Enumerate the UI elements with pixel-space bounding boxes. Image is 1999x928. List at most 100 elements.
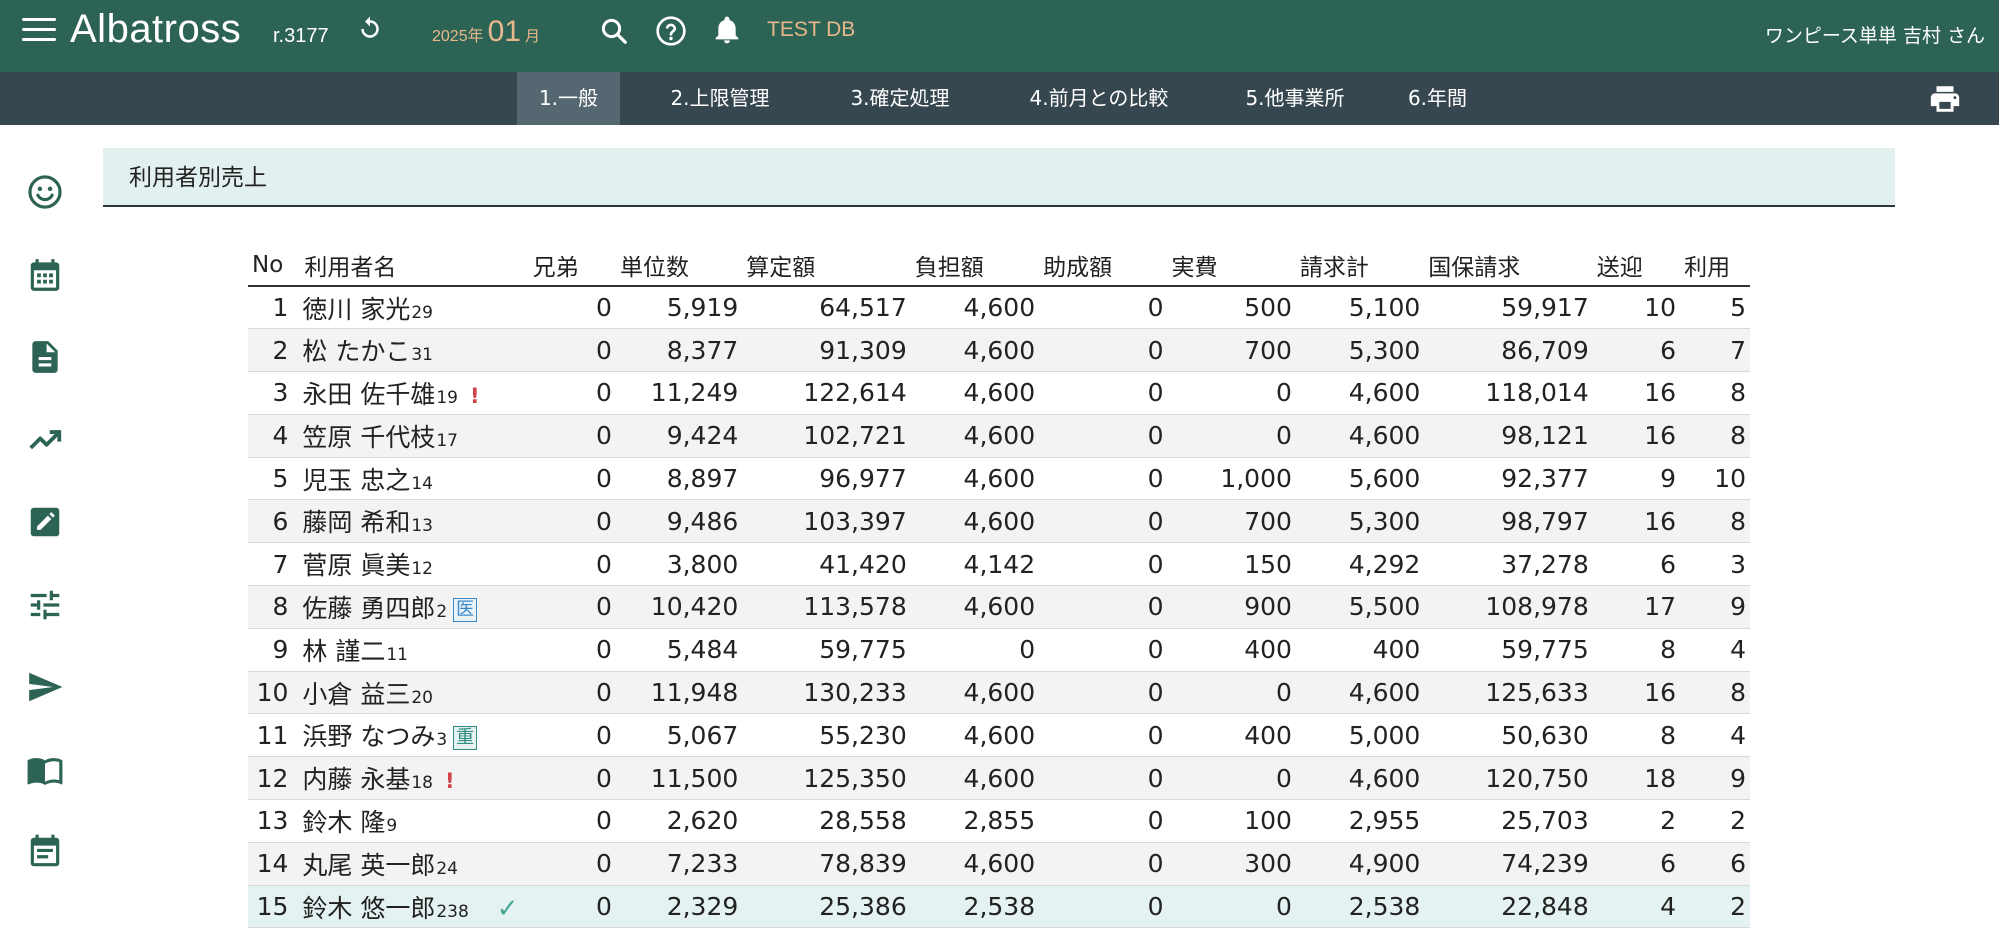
table-row[interactable]: 4 笠原 千代枝17 0 9,424 102,721 4,600 0 0 4,600 98,121… xyxy=(248,414,1750,458)
user-name-cell[interactable]: 内藤 永基18! xyxy=(300,756,529,801)
tab-general[interactable]: 1.一般 xyxy=(517,72,620,125)
tab-other-office[interactable]: 5.他事業所 xyxy=(1220,72,1370,125)
calc-amount-cell: 113,578 xyxy=(742,585,911,629)
book-icon[interactable] xyxy=(26,751,64,789)
user-name-cell[interactable]: 鈴木 隆9 xyxy=(300,799,529,843)
user-name-text[interactable]: 鈴木 悠一郎 xyxy=(302,894,435,923)
user-name-text[interactable]: 笠原 千代枝 xyxy=(302,423,435,452)
user-name-text[interactable]: 徳川 家光 xyxy=(302,295,410,324)
sibling-cell: 0 xyxy=(528,799,616,843)
table-row[interactable]: 9林 謹二11 0 5,484 59,775 0 0 400 400 59,775 8 4 xyxy=(248,628,1750,672)
col-subsidy-header[interactable]: 助成額 xyxy=(1039,244,1168,287)
table-row[interactable]: 2松 たかこ31 0 8,377 91,309 4,600 0 700 5,300 86,709… xyxy=(248,328,1750,373)
tab-confirmation[interactable]: 3.確定処理 xyxy=(820,72,980,125)
user-name-text[interactable]: 藤岡 希和 xyxy=(302,508,410,537)
tab-yearly[interactable]: 6.年間 xyxy=(1395,72,1480,125)
col-burden-header[interactable]: 負担額 xyxy=(910,244,1040,287)
user-name-text[interactable]: 浜野 なつみ xyxy=(302,722,435,751)
print-icon[interactable] xyxy=(1927,82,1963,116)
help-icon[interactable] xyxy=(655,15,687,47)
tune-icon[interactable] xyxy=(26,586,64,624)
transport-cell: 4 xyxy=(1592,885,1681,928)
user-name-text[interactable]: 永田 佐千雄 xyxy=(302,380,435,409)
user-age: 18 xyxy=(411,773,433,794)
user-name-text[interactable]: 林 謹二 xyxy=(302,637,385,666)
user-name-cell[interactable]: 永田 佐千雄19! xyxy=(300,371,529,415)
table-row[interactable]: 14 丸尾 英一郎24 0 7,233 78,839 4,600 0 300 4,900 74,2… xyxy=(248,842,1750,886)
table-row[interactable]: 15 鈴木 悠一郎238 ✓ 0 2,329 25,386 2,538 0 0 2,538 22,8… xyxy=(248,885,1750,928)
user-name-cell[interactable]: 児玉 忠之14 xyxy=(300,457,529,501)
user-name-text[interactable]: 佐藤 勇四郎 xyxy=(302,594,435,623)
user-name-cell[interactable]: 笠原 千代枝17 xyxy=(300,414,529,458)
burden-cell: 4,600 xyxy=(910,457,1040,501)
table-row[interactable]: 3 永田 佐千雄19! 0 11,249 122,614 4,600 0 0 4,600 118,… xyxy=(248,371,1750,415)
user-name-text[interactable]: 小倉 益三 xyxy=(302,680,410,709)
table-row[interactable]: 7 菅原 眞美12 0 3,800 41,420 4,142 0 150 4,292 37,278… xyxy=(248,542,1750,587)
table-row[interactable]: 8 佐藤 勇四郎2 医 0 10,420 113,578 4,600 0 900 5,500 108… xyxy=(248,585,1750,629)
user-name-cell[interactable]: 丸尾 英一郎24 xyxy=(300,842,529,886)
user-name-cell[interactable]: 松 たかこ31 xyxy=(300,328,529,373)
actual-cost-cell: 400 xyxy=(1167,628,1296,672)
smile-icon[interactable] xyxy=(26,173,64,211)
bell-icon[interactable] xyxy=(711,14,743,46)
table-row[interactable]: 5 児玉 忠之14 0 8,897 96,977 4,600 0 1,000 5,600 92,3… xyxy=(248,457,1750,501)
sales-by-user-table: No 利用者名 兄弟 単位数 算定額 負担額 助成額 実費 請求計 国保請求 送迎 利用 1 徳川 家光… xyxy=(248,244,1750,928)
user-name-cell[interactable]: 佐藤 勇四郎2 医 xyxy=(300,585,529,629)
user-name-cell[interactable]: 林 謹二11 xyxy=(300,628,529,672)
user-name[interactable]: ワンピース単単 吉村 さん xyxy=(1765,22,1985,50)
period-selector[interactable]: 2025年 01 月 xyxy=(432,12,540,57)
user-name-cell[interactable]: 菅原 眞美12 xyxy=(300,542,529,587)
actual-cost-cell: 0 xyxy=(1167,414,1296,458)
user-name-text[interactable]: 内藤 永基 xyxy=(302,765,410,794)
table-row[interactable]: 10 小倉 益三20 0 11,948 130,233 4,600 0 0 4,600 125,6… xyxy=(248,671,1750,715)
sibling-cell: 0 xyxy=(528,542,616,587)
table-row[interactable]: 1 徳川 家光29 0 5,919 64,517 4,600 0 500 5,100 59,917… xyxy=(248,286,1750,330)
user-name-text[interactable]: 菅原 眞美 xyxy=(302,551,410,580)
bill-total-cell: 4,600 xyxy=(1295,371,1425,415)
col-usage-header[interactable]: 利用 xyxy=(1680,244,1750,287)
document-icon[interactable] xyxy=(26,338,64,376)
sibling-cell: 0 xyxy=(528,671,616,715)
user-age: 24 xyxy=(436,858,458,879)
trending-up-icon[interactable] xyxy=(26,421,64,459)
send-icon[interactable] xyxy=(26,668,64,706)
table-row[interactable]: 13 鈴木 隆9 0 2,620 28,558 2,855 0 100 2,955 25,703 2… xyxy=(248,799,1750,843)
row-no: 9 xyxy=(248,628,301,672)
table-row[interactable]: 12 内藤 永基18! 0 11,500 125,350 4,600 0 0 4,600 120,… xyxy=(248,756,1750,801)
user-name-cell[interactable]: 徳川 家光29 xyxy=(300,286,529,330)
sibling-cell: 0 xyxy=(528,756,616,801)
reload-icon[interactable] xyxy=(355,14,385,44)
units-cell: 9,486 xyxy=(615,499,743,544)
usage-cell: 8 xyxy=(1680,414,1750,458)
col-bill-total-header[interactable]: 請求計 xyxy=(1295,244,1425,287)
event-note-icon[interactable] xyxy=(26,833,64,871)
user-name-text[interactable]: 児玉 忠之 xyxy=(302,466,410,495)
calc-amount-cell: 78,839 xyxy=(742,842,911,886)
calendar-icon[interactable] xyxy=(26,256,64,294)
user-name-text[interactable]: 鈴木 隆 xyxy=(302,808,385,837)
col-no-header[interactable]: No xyxy=(248,244,301,287)
col-kokuho-claim-header[interactable]: 国保請求 xyxy=(1424,244,1593,287)
tab-prev-month-compare[interactable]: 4.前月との比較 xyxy=(1004,72,1194,125)
col-user-name-header[interactable]: 利用者名 xyxy=(300,244,529,287)
user-name-cell[interactable]: 小倉 益三20 xyxy=(300,671,529,715)
table-row[interactable]: 11 浜野 なつみ3 重 0 5,067 55,230 4,600 0 400 5,000 50,6… xyxy=(248,713,1750,758)
user-name-cell[interactable]: 藤岡 希和13 xyxy=(300,499,529,544)
subsidy-cell: 0 xyxy=(1039,286,1168,330)
edit-icon[interactable] xyxy=(26,503,64,541)
search-icon[interactable] xyxy=(599,16,629,46)
user-name-cell[interactable]: 鈴木 悠一郎238 ✓ xyxy=(300,885,529,928)
col-transport-header[interactable]: 送迎 xyxy=(1592,244,1681,287)
tab-limit-management[interactable]: 2.上限管理 xyxy=(645,72,795,125)
col-calc-amount-header[interactable]: 算定額 xyxy=(742,244,911,287)
table-row[interactable]: 6 藤岡 希和13 0 9,486 103,397 4,600 0 700 5,300 98,79… xyxy=(248,499,1750,544)
col-units-header[interactable]: 単位数 xyxy=(615,244,743,287)
calc-amount-cell: 103,397 xyxy=(742,499,911,544)
user-name-text[interactable]: 松 たかこ xyxy=(302,337,410,366)
burden-cell: 4,600 xyxy=(910,585,1040,629)
col-actual-cost-header[interactable]: 実費 xyxy=(1167,244,1296,287)
user-name-cell[interactable]: 浜野 なつみ3 重 xyxy=(300,713,529,758)
user-name-text[interactable]: 丸尾 英一郎 xyxy=(302,851,435,880)
col-sibling-header[interactable]: 兄弟 xyxy=(528,244,616,287)
menu-icon[interactable] xyxy=(22,18,56,42)
